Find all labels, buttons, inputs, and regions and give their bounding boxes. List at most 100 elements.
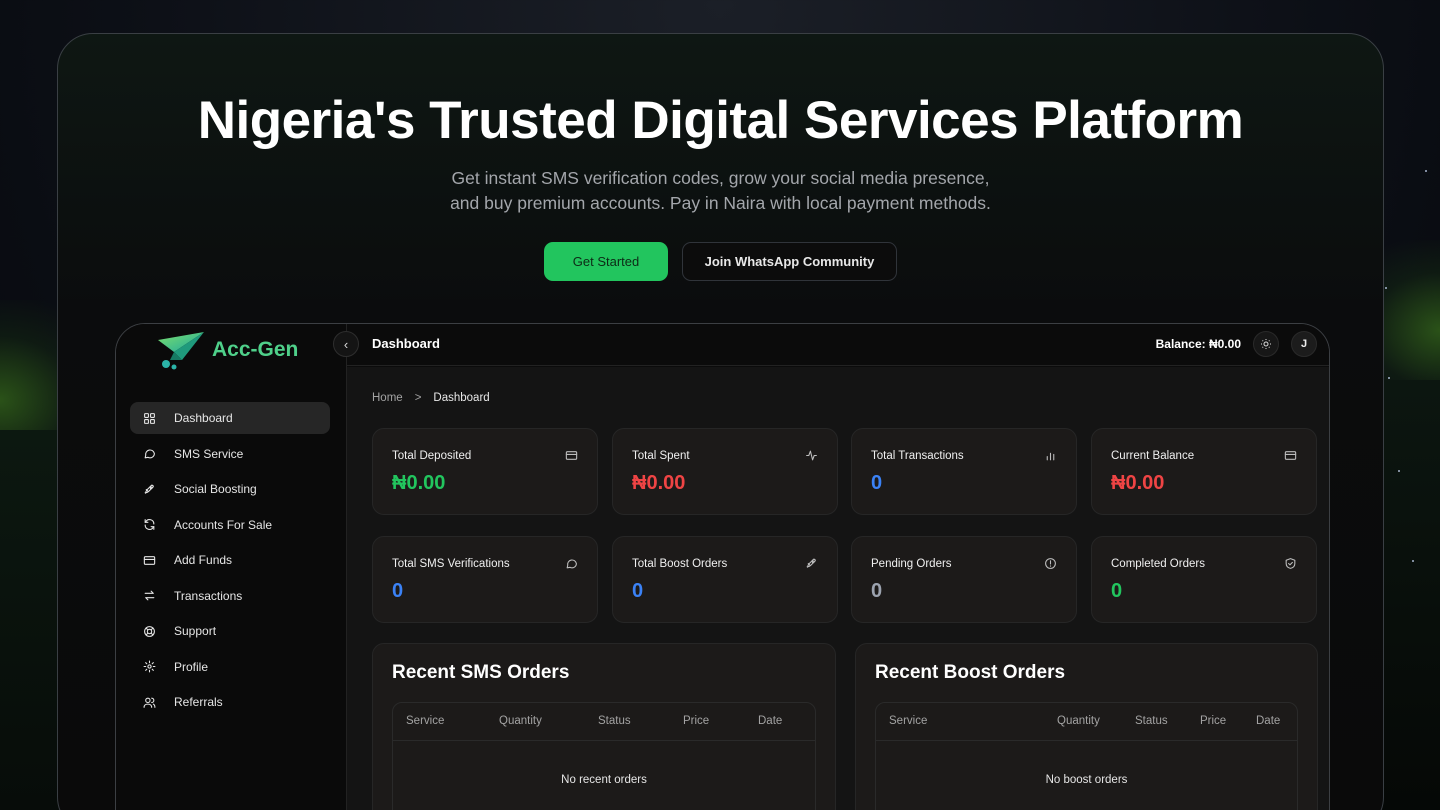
stat-value: 0 — [1111, 580, 1123, 602]
page-title: Dashboard — [372, 336, 440, 351]
rocket-icon — [805, 557, 818, 570]
column-header-quantity: Quantity — [1057, 715, 1100, 727]
activity-icon — [805, 449, 818, 462]
column-header-status: Status — [598, 715, 631, 727]
message-icon — [143, 447, 156, 460]
star — [1398, 470, 1400, 472]
app-window: Acc-Gen Dashboard SMS Service Social Boost… — [115, 323, 1330, 810]
column-header-price: Price — [683, 715, 710, 727]
stat-label: Total Boost Orders — [632, 558, 728, 570]
sidebar-item-label: Transactions — [174, 588, 243, 603]
breadcrumb-home[interactable]: Home — [372, 392, 403, 404]
column-header-service: Service — [889, 715, 928, 727]
recent-sms-orders-panel: Recent SMS Orders Service Quantity Statu… — [372, 643, 836, 810]
empty-state: No boost orders — [1045, 774, 1128, 786]
stat-value: ₦0.00 — [1111, 472, 1165, 494]
column-header-date: Date — [758, 715, 783, 727]
recent-sms-orders-title: Recent SMS Orders — [392, 662, 570, 683]
sidebar: Acc-Gen Dashboard SMS Service Social Boost… — [116, 324, 347, 810]
bar-chart-icon — [1044, 449, 1057, 462]
stat-value: ₦0.00 — [392, 472, 446, 494]
credit-card-icon — [143, 554, 156, 567]
sidebar-item-referrals[interactable]: Referrals — [130, 686, 330, 718]
star — [1412, 560, 1414, 562]
table-header: Service Quantity Status Price Date — [393, 703, 815, 741]
column-header-price: Price — [1200, 715, 1227, 727]
stat-value: 0 — [632, 580, 644, 602]
gear-icon — [143, 660, 156, 673]
sidebar-item-label: Support — [174, 624, 217, 638]
sidebar-item-accounts-for-sale[interactable]: Accounts For Sale — [130, 509, 330, 541]
users-icon — [143, 696, 156, 709]
column-header-quantity: Quantity — [499, 715, 542, 727]
stat-card-total-spent: Total Spent ₦0.00 — [612, 428, 838, 515]
message-icon — [565, 557, 578, 570]
column-header-date: Date — [1256, 715, 1281, 727]
theme-toggle-button[interactable] — [1253, 331, 1279, 357]
star — [1425, 170, 1427, 172]
sidebar-item-label: SMS Service — [174, 446, 244, 461]
sidebar-item-label: Profile — [174, 659, 209, 674]
sidebar-item-profile[interactable]: Profile — [130, 651, 330, 683]
sun-icon — [1261, 339, 1271, 349]
arrows-icon — [143, 589, 156, 602]
background-forest-left — [0, 430, 60, 810]
avatar[interactable]: J — [1291, 331, 1317, 357]
collapse-sidebar-button[interactable]: ‹ — [333, 331, 359, 357]
stat-value: 0 — [871, 580, 883, 602]
stat-value: 0 — [871, 472, 883, 494]
stat-card-total-transactions: Total Transactions 0 — [851, 428, 1077, 515]
sidebar-item-dashboard[interactable]: Dashboard — [130, 402, 330, 434]
get-started-button[interactable]: Get Started — [544, 242, 668, 281]
sidebar-item-label: Add Funds — [174, 553, 233, 567]
balance-display: Balance: ₦0.00 — [1155, 337, 1241, 351]
sidebar-item-social-boosting[interactable]: Social Boosting — [130, 473, 330, 505]
table-header: Service Quantity Status Price Date — [876, 703, 1297, 741]
main-content: Home > Dashboard Recent SMS Orders Servi… — [347, 367, 1329, 810]
join-whatsapp-button[interactable]: Join WhatsApp Community — [682, 242, 897, 281]
sidebar-item-label: Referrals — [174, 695, 223, 709]
empty-state: No recent orders — [561, 774, 647, 786]
paper-plane-logo-icon — [158, 332, 204, 370]
hero-card: Nigeria's Trusted Digital Services Platf… — [57, 33, 1384, 810]
sidebar-item-transactions[interactable]: Transactions — [130, 580, 330, 612]
recent-boost-orders-panel: Recent Boost Orders Service Quantity Sta… — [855, 643, 1318, 810]
rocket-icon — [143, 483, 156, 496]
hero-subtitle-line-1: Get instant SMS verification codes, grow… — [451, 168, 990, 188]
alert-circle-icon — [1044, 557, 1057, 570]
sms-orders-table: Service Quantity Status Price Date No re… — [392, 702, 816, 810]
sidebar-item-add-funds[interactable]: Add Funds — [130, 544, 330, 576]
stat-card-current-balance: Current Balance ₦0.00 — [1091, 428, 1317, 515]
stat-card-pending-orders: Pending Orders 0 — [851, 536, 1077, 623]
hero-title: Nigeria's Trusted Digital Services Platf… — [197, 91, 1244, 150]
shield-check-icon — [1284, 557, 1297, 570]
breadcrumb-current: Dashboard — [433, 392, 490, 404]
stat-card-completed-orders: Completed Orders 0 — [1091, 536, 1317, 623]
stat-label: Completed Orders — [1111, 558, 1205, 570]
chevron-left-icon: ‹ — [343, 336, 349, 352]
logo[interactable]: Acc-Gen — [156, 330, 298, 370]
topbar: Dashboard Balance: ₦0.00 J — [347, 324, 1329, 366]
lifebuoy-icon — [143, 625, 156, 638]
sidebar-item-label: Dashboard — [174, 411, 233, 425]
stat-label: Pending Orders — [871, 558, 952, 570]
stat-card-total-deposited: Total Deposited ₦0.00 — [372, 428, 598, 515]
sidebar-item-sms-service[interactable]: SMS Service — [130, 438, 330, 470]
credit-card-icon — [1284, 449, 1297, 462]
stat-label: Current Balance — [1111, 450, 1195, 462]
stat-label: Total SMS Verifications — [392, 558, 510, 570]
hero-subtitle-line-2: and buy premium accounts. Pay in Naira w… — [450, 193, 991, 213]
column-header-service: Service — [406, 715, 445, 727]
sidebar-nav: Dashboard SMS Service Social Boosting Accou… — [130, 402, 330, 722]
sidebar-item-support[interactable]: Support — [130, 615, 330, 647]
refresh-icon — [143, 518, 156, 531]
stat-card-total-sms-verifications: Total SMS Verifications 0 — [372, 536, 598, 623]
grid-icon — [143, 412, 156, 425]
star — [1385, 287, 1387, 289]
stat-card-total-boost-orders: Total Boost Orders 0 — [612, 536, 838, 623]
stat-value: ₦0.00 — [632, 472, 686, 494]
stat-value: 0 — [392, 580, 404, 602]
stat-label: Total Transactions — [871, 450, 964, 462]
breadcrumb-separator: > — [414, 392, 422, 404]
hero-buttons: Get Started Join WhatsApp Community — [58, 242, 1383, 281]
